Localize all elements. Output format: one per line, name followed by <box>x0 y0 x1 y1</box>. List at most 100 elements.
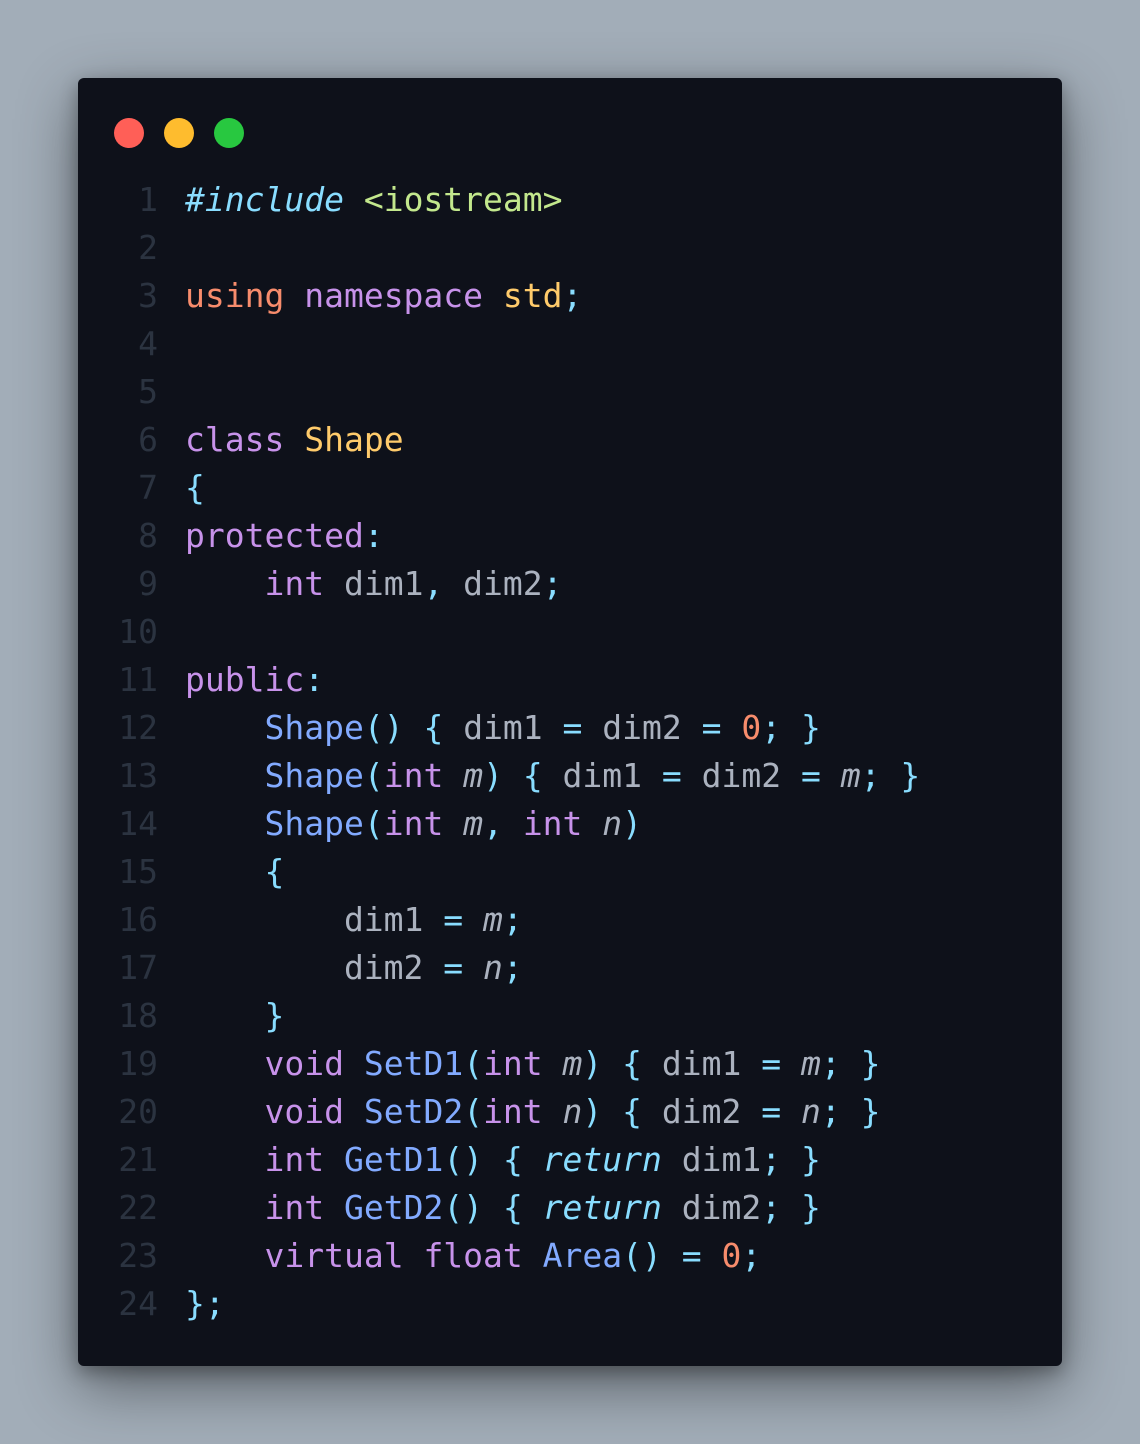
code-line: 6 class Shape <box>78 416 1062 464</box>
code-token: dim1 <box>185 900 444 939</box>
code-token: m <box>463 804 484 843</box>
code-line: 16 dim1 = m; <box>78 896 1062 944</box>
code-token: ) <box>582 1044 603 1083</box>
code-token: = <box>681 1236 702 1275</box>
code-window: 1 #include <iostream> 2 3 using namespace st… <box>78 78 1062 1366</box>
code-token: } <box>801 708 821 747</box>
code-token: return <box>542 1188 662 1227</box>
code-token: ( <box>463 1092 484 1131</box>
code-token: virtual <box>264 1236 404 1275</box>
line-number: 10 <box>118 612 158 651</box>
code-token: : <box>304 660 325 699</box>
code-text: void SetD2(int n) { dim2 = n; } <box>185 1088 880 1136</box>
code-token: = <box>443 900 464 939</box>
code-line: 23 virtual float Area() = 0; <box>78 1232 1062 1280</box>
code-token: }; <box>185 1284 225 1323</box>
code-text: Shape(int m) { dim1 = dim2 = m; } <box>185 752 920 800</box>
code-line: 22 int GetD2() { return dim2; } <box>78 1184 1062 1232</box>
code-token: ( <box>363 756 384 795</box>
code-token: #include <box>185 180 344 219</box>
code-token: } <box>900 756 921 795</box>
code-block: 1 #include <iostream> 2 3 using namespace st… <box>78 176 1062 1328</box>
code-text: } <box>185 992 284 1040</box>
code-token: GetD2 <box>343 1188 444 1227</box>
line-number: 5 <box>138 372 158 411</box>
code-token: = <box>701 708 722 747</box>
code-text: class Shape <box>185 416 404 464</box>
code-token: protected <box>185 516 364 555</box>
code-text: }; <box>185 1280 225 1328</box>
code-text: { <box>185 464 205 512</box>
code-token: m <box>801 1044 821 1083</box>
code-line: 24}; <box>78 1280 1062 1328</box>
code-text: int GetD1() { return dim1; } <box>185 1136 820 1184</box>
code-token: dim2 <box>443 564 543 603</box>
code-token: { <box>622 1092 643 1131</box>
line-number: 7 <box>138 468 158 507</box>
code-token: Shape <box>264 708 364 747</box>
code-token: int <box>483 1092 543 1131</box>
code-text: #include <iostream> <box>185 176 563 224</box>
code-token: = <box>443 948 464 987</box>
line-number: 20 <box>118 1092 158 1131</box>
code-token: dim1 <box>542 756 662 795</box>
line-number: 3 <box>138 276 158 315</box>
code-token: { <box>502 1140 523 1179</box>
code-token: } <box>801 1188 821 1227</box>
code-token: m <box>840 756 861 795</box>
line-number: 19 <box>118 1044 158 1083</box>
line-number: 18 <box>118 996 158 1035</box>
code-text: dim1 = m; <box>185 896 523 944</box>
code-token: ( <box>363 804 384 843</box>
code-text: using namespace std; <box>185 272 582 320</box>
code-token: : <box>363 516 384 555</box>
code-text: Shape(int m, int n) <box>185 800 642 848</box>
code-token: { <box>423 708 444 747</box>
code-token: int <box>483 1044 543 1083</box>
code-token: int <box>522 804 583 843</box>
code-token: ; <box>502 900 523 939</box>
code-token: dim1 <box>443 708 563 747</box>
line-number: 15 <box>118 852 158 891</box>
code-line: 1 #include <iostream> <box>78 176 1062 224</box>
line-number: 11 <box>118 660 158 699</box>
code-token: namespace <box>304 276 484 315</box>
minimize-dot-icon[interactable] <box>164 118 194 148</box>
code-line: 20 void SetD2(int n) { dim2 = n; } <box>78 1088 1062 1136</box>
line-number: 22 <box>118 1188 158 1227</box>
maximize-dot-icon[interactable] <box>214 118 244 148</box>
close-dot-icon[interactable] <box>114 118 144 148</box>
code-token: () <box>363 708 404 747</box>
code-line: 13 Shape(int m) { dim1 = dim2 = m; } <box>78 752 1062 800</box>
code-text: int GetD2() { return dim2; } <box>185 1184 821 1232</box>
code-token: dim2 <box>661 1188 762 1227</box>
code-text: protected: <box>185 512 384 560</box>
code-token: { <box>522 756 543 795</box>
